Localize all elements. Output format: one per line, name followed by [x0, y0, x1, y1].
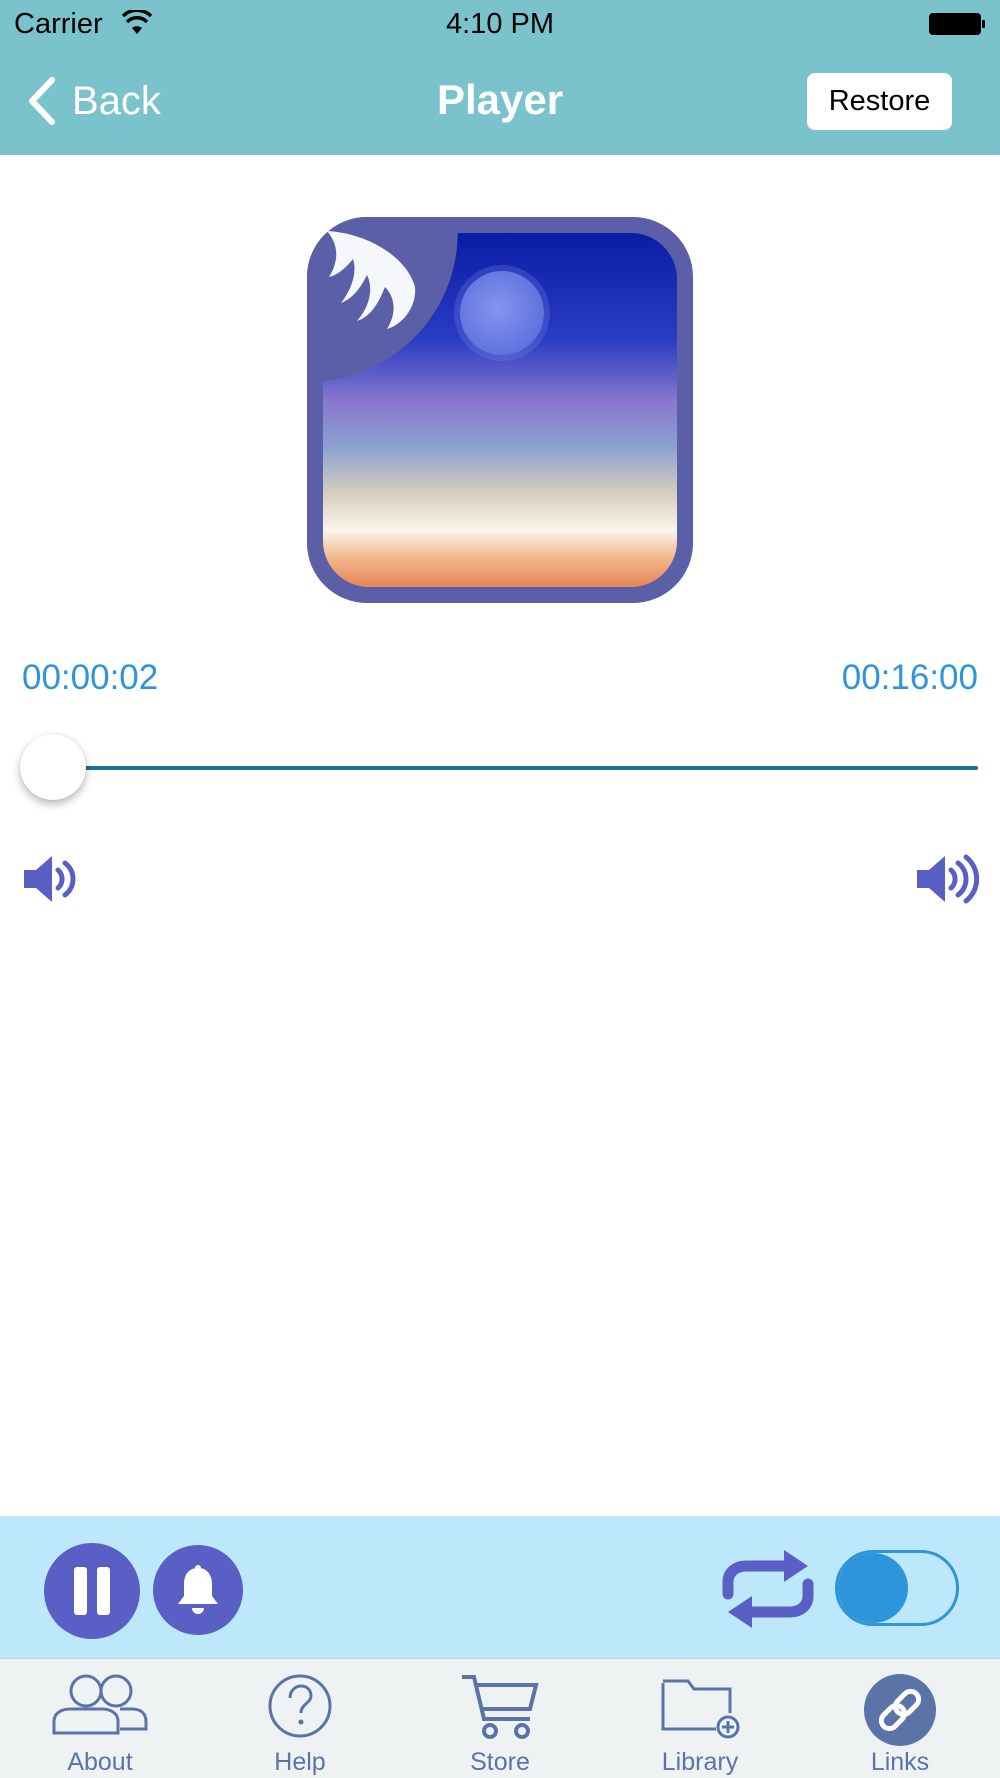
link-icon: [864, 1674, 936, 1746]
status-time: 4:10 PM: [446, 8, 554, 40]
speaker-high-icon: [917, 854, 980, 904]
users-icon: [52, 1674, 148, 1735]
progress-thumb[interactable]: [20, 734, 86, 800]
tab-library-label: Library: [661, 1748, 739, 1776]
tab-store[interactable]: Store: [400, 1659, 600, 1778]
tab-help[interactable]: Help: [200, 1659, 400, 1778]
progress-track[interactable]: [22, 766, 978, 770]
repeat-icon[interactable]: [718, 1546, 818, 1632]
tab-bar: About Help Store Library Links: [0, 1658, 1000, 1778]
battery-icon: [929, 13, 985, 35]
repeat-toggle-knob: [838, 1553, 908, 1623]
speaker-low-icon: [24, 856, 76, 902]
restore-button[interactable]: Restore: [807, 73, 952, 130]
moon-over-sea-artwork: [307, 217, 677, 587]
tab-about-label: About: [67, 1748, 133, 1776]
tab-links-label: Links: [870, 1748, 930, 1776]
cart-icon: [462, 1675, 539, 1739]
tab-library[interactable]: Library: [600, 1659, 800, 1778]
tab-about[interactable]: About: [0, 1659, 200, 1778]
pause-icon: [74, 1567, 110, 1615]
total-time: 00:16:00: [841, 658, 978, 697]
pause-button[interactable]: [44, 1543, 140, 1639]
folder-add-icon: [661, 1679, 740, 1739]
elapsed-time: 00:00:02: [22, 658, 159, 697]
tab-help-label: Help: [274, 1748, 326, 1776]
bell-icon: [178, 1565, 218, 1614]
question-icon: [268, 1674, 332, 1738]
repeat-toggle[interactable]: [835, 1550, 959, 1626]
alarm-button[interactable]: [153, 1545, 243, 1635]
status-bar: Carrier 4:10 PM: [0, 0, 1000, 50]
album-artwork: [307, 217, 693, 603]
tab-links[interactable]: Links: [800, 1659, 1000, 1778]
tab-store-label: Store: [470, 1748, 530, 1776]
navigation-header: Carrier 4:10 PM Back Player Restore: [0, 0, 1000, 155]
control-bar: [0, 1516, 1000, 1658]
